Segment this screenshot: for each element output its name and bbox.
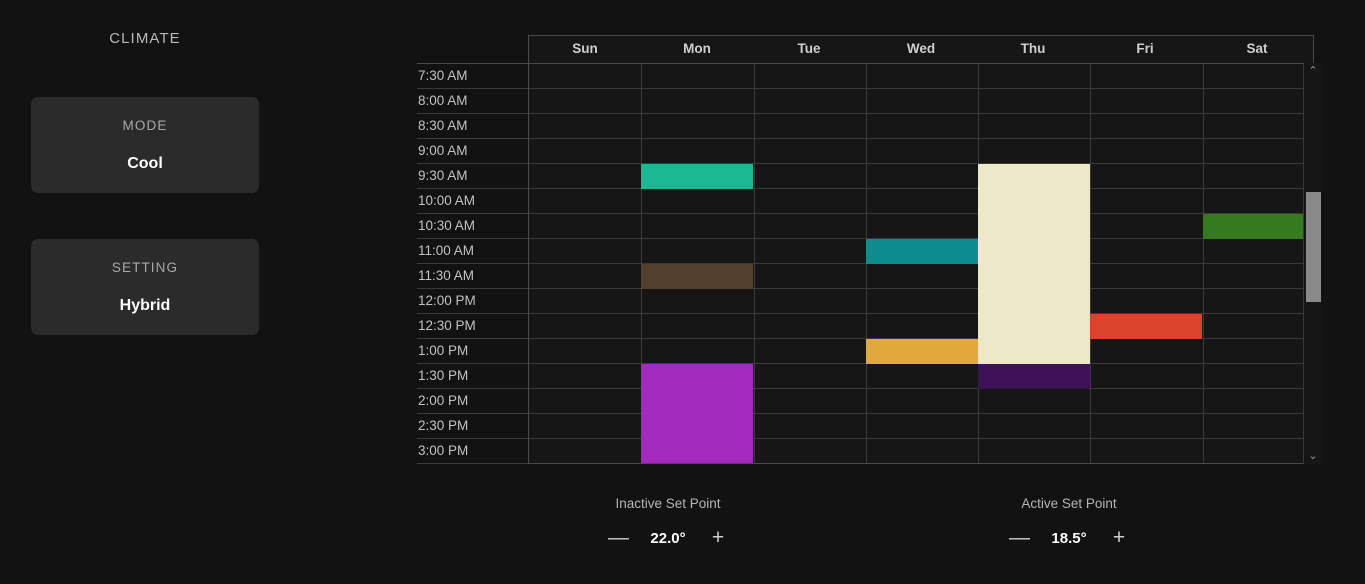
event-mon-1330[interactable] [641,364,753,463]
grid-row-line [529,138,1313,139]
day-header-wed[interactable]: Wed [865,36,977,63]
time-label: 8:00 AM [417,89,528,114]
setting-card[interactable]: SETTING Hybrid [31,239,259,335]
event-thu-1330[interactable] [978,364,1090,389]
mode-card-label: MODE [122,117,168,133]
active-set-point-stepper: — 18.5° + [919,527,1219,548]
inactive-set-point-stepper: — 22.0° + [518,527,818,548]
scrollbar-thumb[interactable] [1306,192,1321,302]
time-label: 12:00 PM [417,289,528,314]
day-header-tue[interactable]: Tue [753,36,865,63]
scroll-down-icon[interactable]: ⌄ [1304,448,1322,464]
day-header-thu[interactable]: Thu [977,36,1089,63]
grid-row-line [529,88,1313,89]
grid-row-line [529,113,1313,114]
event-fri-1230[interactable] [1090,314,1202,339]
day-header-mon[interactable]: Mon [641,36,753,63]
time-label: 12:30 PM [417,314,528,339]
time-label: 2:30 PM [417,414,528,439]
day-header-sun[interactable]: Sun [529,36,641,63]
calendar-scrollbar[interactable]: ⌃ ⌄ [1303,63,1322,464]
event-thu-0930[interactable] [978,164,1090,364]
setting-card-label: SETTING [111,259,179,275]
event-mon-1130[interactable] [641,264,753,289]
time-label: 10:30 AM [417,214,528,239]
inactive-set-point-value: 22.0° [650,529,686,547]
active-set-point-value: 18.5° [1051,529,1087,547]
time-label: 1:30 PM [417,364,528,389]
time-label: 2:00 PM [417,389,528,414]
calendar-day-header: Sun Mon Tue Wed Thu Fri Sat [528,35,1314,63]
active-increment-button[interactable]: + [1109,527,1129,548]
calendar-body: 7:30 AM 8:00 AM 8:30 AM 9:00 AM 9:30 AM 10:00… [417,63,1314,464]
inactive-set-point: Inactive Set Point — 22.0° + [518,496,818,548]
time-label: 7:30 AM [417,64,528,89]
event-wed-1300[interactable] [866,339,978,364]
day-header-sat[interactable]: Sat [1201,36,1313,63]
day-header-fri[interactable]: Fri [1089,36,1201,63]
inactive-decrement-button[interactable]: — [608,527,629,548]
event-sat-1030[interactable] [1203,214,1313,239]
time-label: 11:00 AM [417,239,528,264]
schedule-grid[interactable] [528,63,1314,464]
scroll-up-icon[interactable]: ⌃ [1304,63,1322,79]
active-set-point: Active Set Point — 18.5° + [919,496,1219,548]
active-set-point-label: Active Set Point [1021,496,1117,511]
event-mon-0930[interactable] [641,164,753,189]
inactive-increment-button[interactable]: + [708,527,728,548]
time-axis: 7:30 AM 8:00 AM 8:30 AM 9:00 AM 9:30 AM 10:00… [417,63,528,464]
inactive-set-point-label: Inactive Set Point [615,496,721,511]
event-wed-1100[interactable] [866,239,978,264]
page-title: CLIMATE [109,30,181,47]
mode-card-value: Cool [127,154,163,172]
time-label: 10:00 AM [417,189,528,214]
time-label: 1:00 PM [417,339,528,364]
active-decrement-button[interactable]: — [1009,527,1030,548]
time-label: 3:00 PM [417,439,528,464]
mode-card[interactable]: MODE Cool [31,97,259,193]
setting-card-value: Hybrid [119,296,171,314]
time-label: 8:30 AM [417,114,528,139]
time-label: 9:30 AM [417,164,528,189]
schedule-calendar: Sun Mon Tue Wed Thu Fri Sat 7:30 AM 8:00 AM 8:30… [417,35,1314,464]
grid-row-line [529,213,1313,214]
time-label: 9:00 AM [417,139,528,164]
time-label: 11:30 AM [417,264,528,289]
climate-panel: CLIMATE MODE Cool SETTING Hybrid [0,0,410,584]
